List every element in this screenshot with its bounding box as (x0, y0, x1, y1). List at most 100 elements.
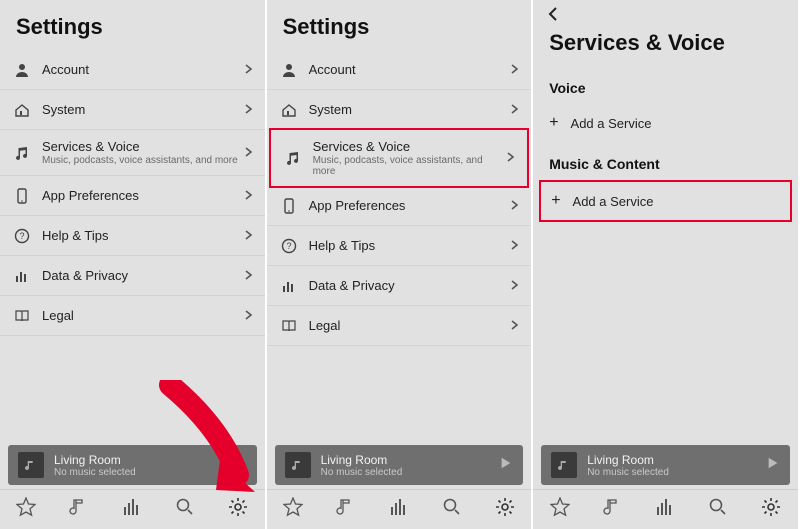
now-playing-room: Living Room (54, 453, 233, 467)
tab-rooms[interactable] (655, 497, 675, 522)
plus-icon: + (549, 114, 558, 132)
chevron-right-icon (509, 277, 519, 295)
row-legal[interactable]: Legal (0, 296, 265, 336)
page-title: Services & Voice (533, 28, 798, 66)
add-music-service-button[interactable]: + Add a Service (539, 180, 792, 222)
now-playing-status: No music selected (587, 467, 766, 478)
help-icon (12, 228, 32, 244)
chevron-right-icon (509, 237, 519, 255)
tab-rooms[interactable] (122, 497, 142, 522)
row-label: System (42, 102, 243, 117)
tab-settings[interactable] (495, 497, 515, 522)
settings-pane-2: Settings Account System Services & Voice… (267, 0, 534, 529)
phone-icon (12, 188, 32, 204)
help-icon (279, 238, 299, 254)
chevron-right-icon (243, 307, 253, 325)
music-icon (283, 150, 303, 166)
add-label: Add a Service (573, 194, 654, 209)
book-icon (279, 318, 299, 334)
row-app-preferences[interactable]: App Preferences (0, 176, 265, 216)
section-header-music: Music & Content (533, 142, 798, 180)
plus-icon: + (551, 192, 560, 210)
row-app-preferences[interactable]: App Preferences (267, 186, 532, 226)
services-voice-pane: Services & Voice Voice + Add a Service M… (533, 0, 800, 529)
settings-pane-1: Settings Account System Services & Voice… (0, 0, 267, 529)
row-label: Data & Privacy (42, 268, 243, 283)
home-icon (279, 102, 299, 118)
album-art-icon (551, 452, 577, 478)
tab-search[interactable] (175, 497, 195, 522)
tab-search[interactable] (442, 497, 462, 522)
services-list: Voice + Add a Service Music & Content + … (533, 66, 798, 445)
row-label: Services & Voice (313, 139, 506, 154)
settings-list: Account System Services & Voice Music, p… (0, 50, 265, 445)
tab-favorites[interactable] (16, 497, 36, 522)
chevron-right-icon (509, 197, 519, 215)
row-help-tips[interactable]: Help & Tips (0, 216, 265, 256)
row-subtitle: Music, podcasts, voice assistants, and m… (42, 155, 243, 166)
tab-music[interactable] (336, 497, 356, 522)
row-label: Account (309, 62, 510, 77)
music-icon (12, 145, 32, 161)
chevron-right-icon (243, 144, 253, 162)
row-label: Data & Privacy (309, 278, 510, 293)
row-label: App Preferences (42, 188, 243, 203)
home-icon (12, 102, 32, 118)
tab-music[interactable] (69, 497, 89, 522)
now-playing-room: Living Room (587, 453, 766, 467)
bars-icon (279, 278, 299, 294)
bars-icon (12, 268, 32, 284)
tab-rooms[interactable] (389, 497, 409, 522)
row-label: Help & Tips (309, 238, 510, 253)
now-playing-status: No music selected (321, 467, 500, 478)
row-account[interactable]: Account (0, 50, 265, 90)
row-legal[interactable]: Legal (267, 306, 532, 346)
chevron-right-icon (243, 187, 253, 205)
now-playing-status: No music selected (54, 467, 233, 478)
tab-music[interactable] (603, 497, 623, 522)
play-icon[interactable] (499, 456, 513, 475)
row-help-tips[interactable]: Help & Tips (267, 226, 532, 266)
row-data-privacy[interactable]: Data & Privacy (267, 266, 532, 306)
now-playing-bar[interactable]: Living Room No music selected (275, 445, 524, 485)
tab-settings[interactable] (761, 497, 781, 522)
back-button[interactable] (533, 0, 798, 28)
row-label: Services & Voice (42, 139, 243, 154)
person-icon (12, 62, 32, 78)
row-label: Account (42, 62, 243, 77)
tab-settings[interactable] (228, 497, 248, 522)
row-subtitle: Music, podcasts, voice assistants, and m… (313, 155, 506, 177)
tab-bar (0, 489, 265, 529)
row-services-voice[interactable]: Services & Voice Music, podcasts, voice … (0, 130, 265, 176)
settings-list: Account System Services & Voice Music, p… (267, 50, 532, 445)
row-label: Legal (42, 308, 243, 323)
row-label: System (309, 102, 510, 117)
tab-bar (267, 489, 532, 529)
row-services-voice[interactable]: Services & Voice Music, podcasts, voice … (269, 128, 530, 188)
add-voice-service-button[interactable]: + Add a Service (533, 104, 798, 142)
chevron-right-icon (243, 101, 253, 119)
album-art-icon (18, 452, 44, 478)
person-icon (279, 62, 299, 78)
now-playing-room: Living Room (321, 453, 500, 467)
row-data-privacy[interactable]: Data & Privacy (0, 256, 265, 296)
album-art-icon (285, 452, 311, 478)
chevron-right-icon (509, 61, 519, 79)
page-title: Settings (0, 0, 265, 50)
play-icon[interactable] (766, 456, 780, 475)
chevron-right-icon (243, 267, 253, 285)
now-playing-bar[interactable]: Living Room No music selected (541, 445, 790, 485)
tab-search[interactable] (708, 497, 728, 522)
phone-icon (279, 198, 299, 214)
chevron-right-icon (243, 227, 253, 245)
play-icon[interactable] (233, 456, 247, 475)
chevron-right-icon (509, 101, 519, 119)
row-label: Help & Tips (42, 228, 243, 243)
chevron-right-icon (243, 61, 253, 79)
row-system[interactable]: System (0, 90, 265, 130)
tab-favorites[interactable] (283, 497, 303, 522)
now-playing-bar[interactable]: Living Room No music selected (8, 445, 257, 485)
tab-favorites[interactable] (550, 497, 570, 522)
row-account[interactable]: Account (267, 50, 532, 90)
row-system[interactable]: System (267, 90, 532, 130)
